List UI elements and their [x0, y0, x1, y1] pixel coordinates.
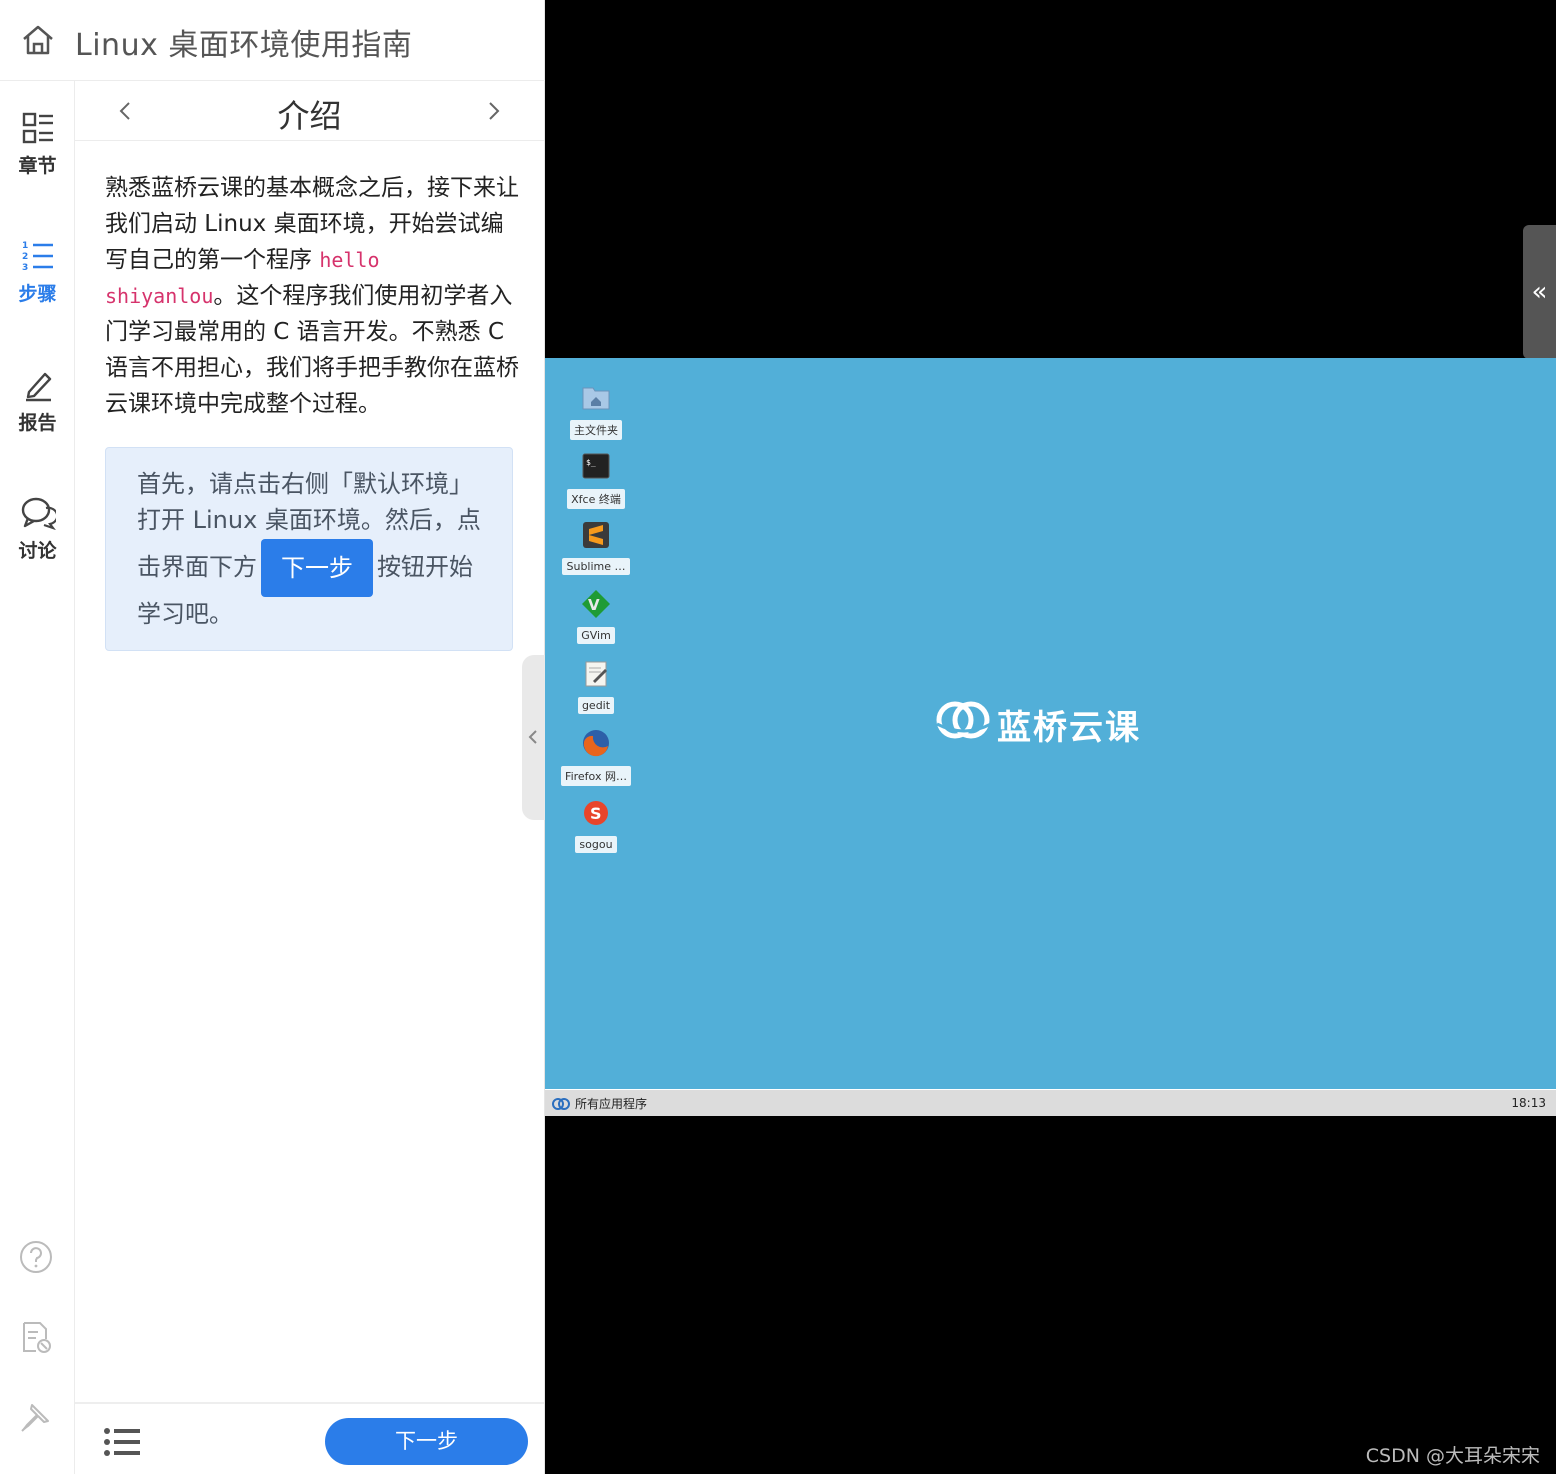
nav-label: 讨论 — [18, 540, 57, 562]
lanqiao-logo-icon — [552, 1097, 570, 1110]
guide-panel: Linux 桌面环境使用指南 章节 1 2 3 步骤 报告 讨论 介绍 熟悉蓝桥… — [0, 0, 546, 1474]
all-applications-label: 所有应用程序 — [575, 1097, 648, 1111]
vm-viewport[interactable]: « 主文件夹 $_ Xfce 终端 Sublime … V GVim gedit… — [545, 0, 1556, 1474]
help-icon[interactable] — [18, 1239, 54, 1275]
pin-icon[interactable] — [18, 1399, 54, 1435]
vim-icon: V — [582, 590, 610, 618]
chat-icon — [21, 497, 56, 530]
desktop-icon-terminal[interactable]: $_ Xfce 终端 — [561, 451, 631, 509]
nav-label: 步骤 — [18, 283, 57, 305]
taskbar-clock: 18:13 — [1511, 1096, 1546, 1110]
svg-text:V: V — [588, 596, 600, 614]
top-bar: Linux 桌面环境使用指南 — [0, 0, 545, 81]
panel-collapse-handle[interactable] — [522, 655, 546, 820]
desktop-icon-label: sogou — [575, 836, 617, 853]
home-icon[interactable] — [20, 22, 56, 58]
brand-name: 蓝桥云课 — [997, 708, 1141, 748]
svg-text:2: 2 — [22, 252, 28, 262]
firefox-icon — [583, 730, 609, 757]
sogou-icon: S — [584, 801, 608, 825]
document-settings-icon[interactable] — [18, 1319, 54, 1355]
nav-item-steps[interactable]: 1 2 3 步骤 — [0, 239, 75, 306]
tip-line: 打开 Linux 桌面环境。然后，点 — [137, 506, 481, 534]
bottom-bar: 下一步 — [75, 1402, 544, 1474]
desktop-icon-sublime[interactable]: Sublime … — [561, 520, 631, 575]
intro-text: 熟悉蓝桥云课的基本概念之后，接下来让我们启动 Linux 桌面环境，开始尝试编写… — [105, 175, 519, 273]
tip-box: 首先，请点击右侧「默认环境」 打开 Linux 桌面环境。然后，点 击界面下方下… — [105, 447, 513, 651]
chapters-icon — [22, 112, 53, 144]
desktop-icon-label: gedit — [577, 697, 615, 714]
inline-next-button[interactable]: 下一步 — [261, 539, 373, 597]
vm-desktop[interactable]: 主文件夹 $_ Xfce 终端 Sublime … V GVim gedit F… — [545, 358, 1556, 1089]
nav-item-discuss[interactable]: 讨论 — [0, 496, 75, 563]
terminal-icon: $_ — [582, 453, 610, 479]
desktop-icon-sogou[interactable]: S sogou — [561, 798, 631, 853]
nav-label: 报告 — [18, 412, 57, 434]
course-title: Linux 桌面环境使用指南 — [75, 28, 413, 63]
expand-panel-button[interactable]: « — [1523, 225, 1556, 359]
lanqiao-logo-icon — [936, 701, 992, 739]
tip-line: 学习吧。 — [137, 600, 233, 628]
svg-text:3: 3 — [22, 263, 28, 273]
home-folder-icon — [582, 387, 610, 410]
step-header: 介绍 — [75, 81, 544, 141]
desktop-icon-firefox[interactable]: Firefox 网… — [561, 728, 631, 786]
svg-text:S: S — [590, 804, 602, 823]
next-step-button[interactable]: 下一步 — [325, 1418, 528, 1465]
svg-text:1: 1 — [22, 241, 28, 251]
nav-item-report[interactable]: 报告 — [0, 368, 75, 435]
pencil-icon — [25, 372, 51, 402]
list-icon[interactable] — [103, 1426, 141, 1458]
step-content: 熟悉蓝桥云课的基本概念之后，接下来让我们启动 Linux 桌面环境，开始尝试编写… — [105, 170, 520, 422]
desktop-icon-label: Xfce 终端 — [567, 489, 625, 509]
desktop-icon-label: 主文件夹 — [570, 420, 622, 440]
side-nav: 章节 1 2 3 步骤 报告 讨论 — [0, 81, 75, 1474]
tip-line: 首先，请点击右侧「默认环境」 — [137, 470, 473, 498]
desktop-icon-label: GVim — [577, 627, 615, 644]
chevron-right-icon[interactable] — [482, 99, 504, 123]
tip-line: 击界面下方 下一步 按钮开始 — [137, 538, 488, 597]
tip-text: 按钮开始 — [377, 553, 473, 581]
vm-taskbar: 所有应用程序 18:13 — [545, 1089, 1556, 1116]
sublime-icon — [583, 522, 609, 548]
desktop-icon-gvim[interactable]: V GVim — [561, 589, 631, 644]
desktop-icon-label: Sublime … — [562, 558, 630, 575]
gedit-icon — [585, 661, 607, 687]
all-applications-button[interactable]: 所有应用程序 — [551, 1095, 647, 1112]
nav-label: 章节 — [18, 155, 57, 177]
desktop-icon-home-folder[interactable]: 主文件夹 — [561, 382, 631, 440]
chevron-left-icon — [528, 730, 537, 744]
nav-item-chapters[interactable]: 章节 — [0, 111, 75, 178]
tip-text: 击界面下方 — [137, 553, 257, 581]
desktop-icon-gedit[interactable]: gedit — [561, 659, 631, 714]
watermark: CSDN @大耳朵宋宋 — [1365, 1445, 1540, 1467]
step-title: 介绍 — [277, 97, 342, 135]
brand-logo: 蓝桥云课 — [935, 698, 1175, 748]
steps-icon: 1 2 3 — [22, 241, 53, 273]
svg-text:$_: $_ — [586, 458, 596, 467]
desktop-icon-label: Firefox 网… — [561, 766, 631, 786]
